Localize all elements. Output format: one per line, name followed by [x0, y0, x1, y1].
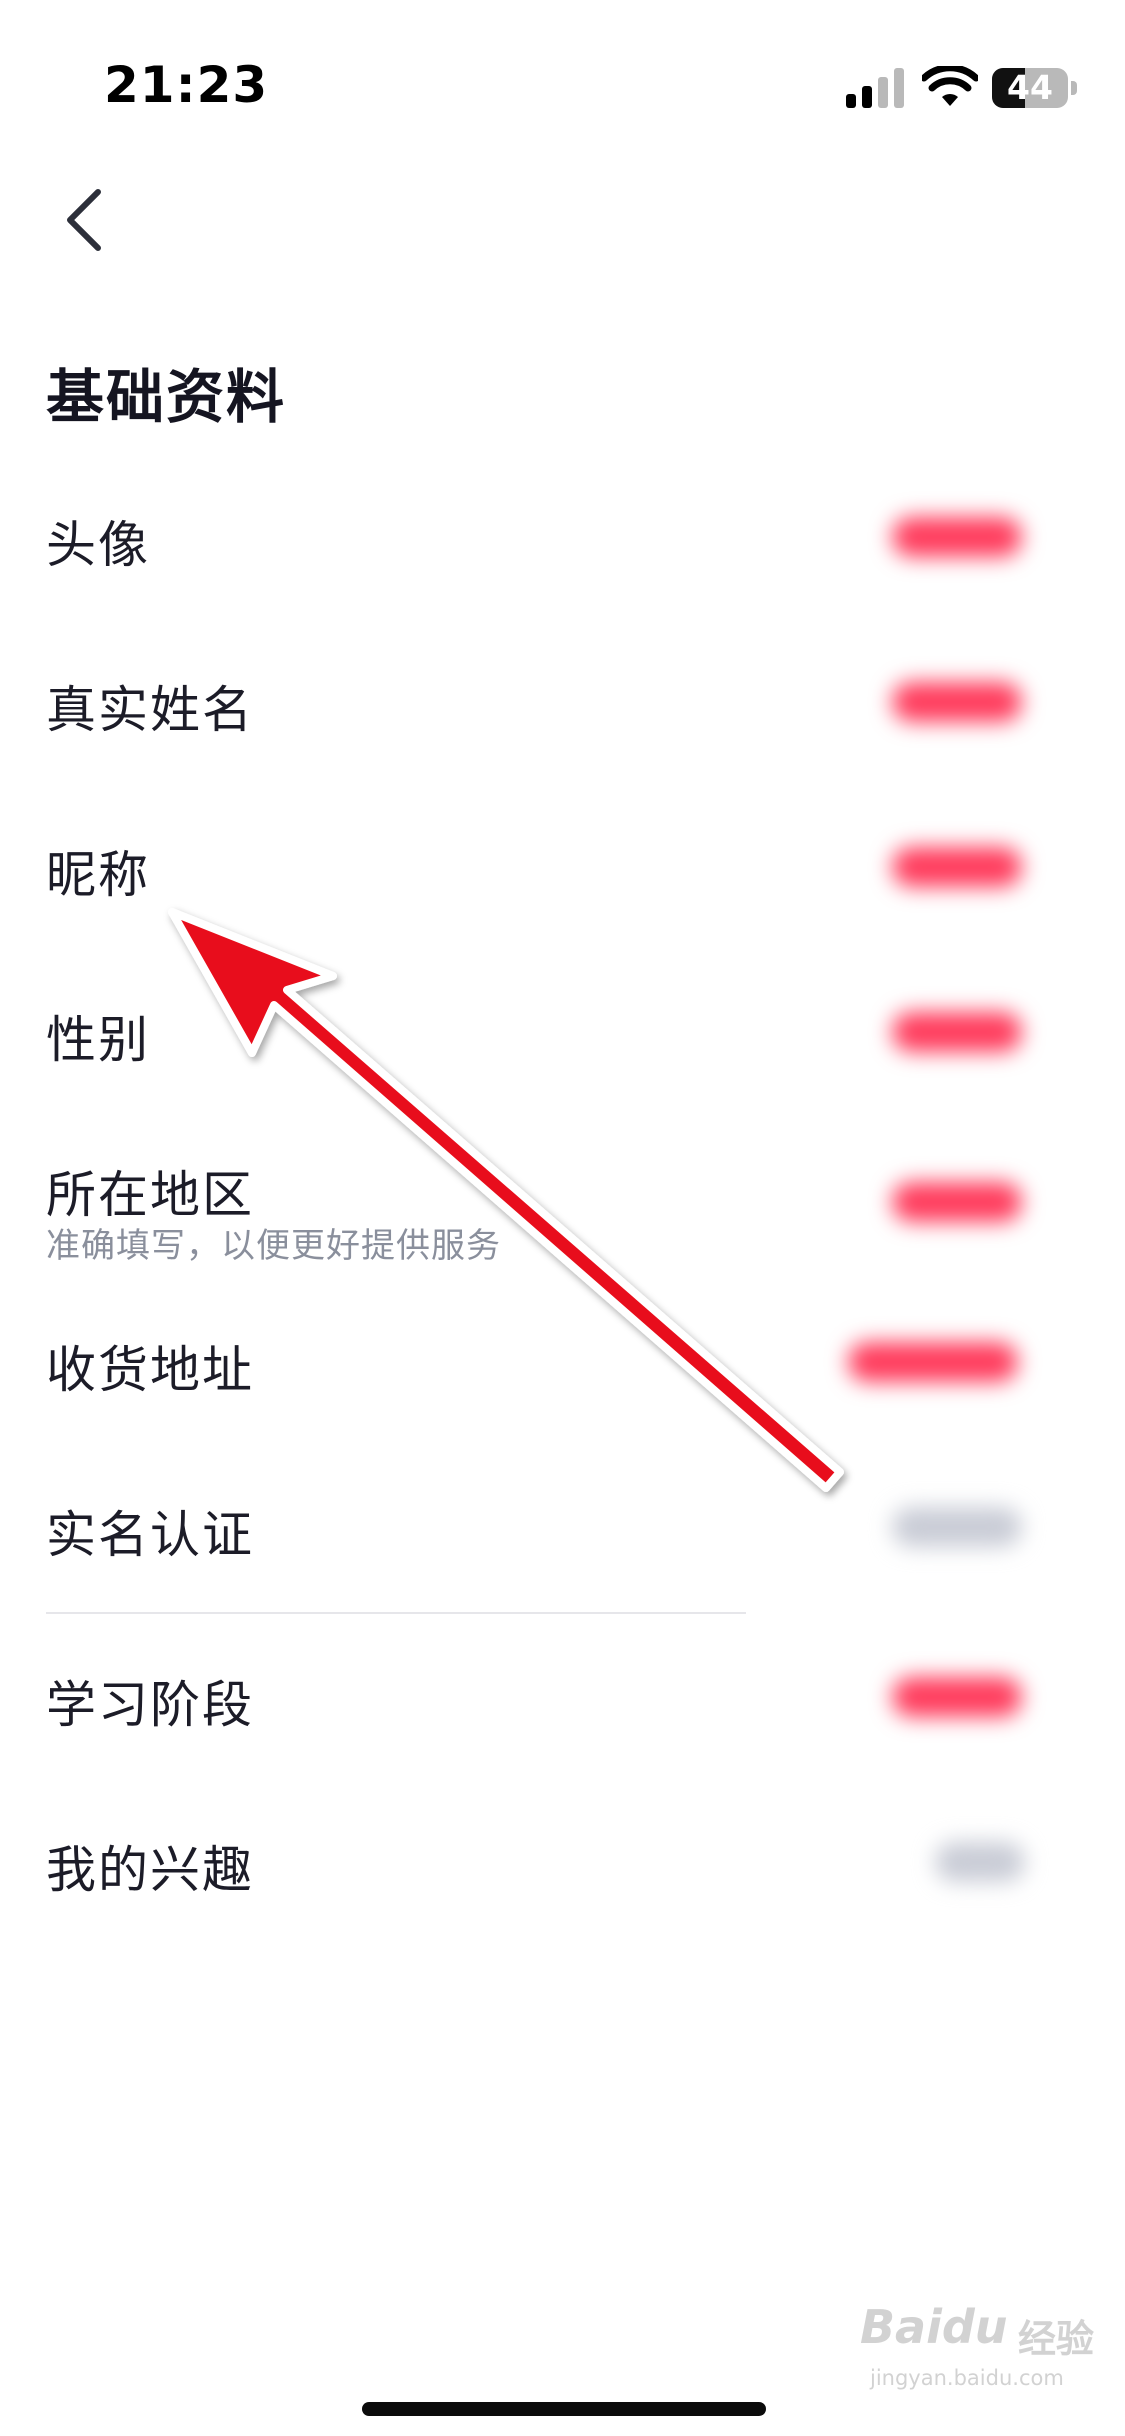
row-real-name-verification[interactable]: 实名认证	[0, 1470, 1125, 1580]
row-gender[interactable]: 性别	[0, 975, 1125, 1085]
row-label: 性别	[46, 1011, 150, 1069]
watermark-cn: 经验	[1018, 2317, 1095, 2361]
row-interests[interactable]: 我的兴趣	[0, 1805, 1125, 1915]
row-shipping-address[interactable]: 收货地址	[0, 1305, 1125, 1415]
status-time: 21:23	[104, 56, 269, 114]
status-bar: 21:23 44	[0, 0, 1125, 130]
watermark-logo: Baidu	[860, 2300, 1008, 2354]
back-button[interactable]	[50, 180, 120, 260]
section-divider	[46, 1612, 746, 1614]
battery-icon: 44	[992, 68, 1078, 110]
row-label: 所在地区	[46, 1166, 254, 1224]
row-region[interactable]: 所在地区 准确填写，以便更好提供服务	[0, 1140, 1125, 1270]
row-value-blurred	[892, 1182, 1022, 1222]
baidu-jingyan-watermark: Baidu 经验 jingyan.baidu.com	[860, 2300, 1110, 2400]
row-label: 实名认证	[46, 1506, 254, 1564]
row-value-blurred	[892, 1012, 1022, 1052]
home-indicator[interactable]	[362, 2402, 766, 2416]
cellular-signal-icon	[846, 68, 904, 108]
row-real-name[interactable]: 真实姓名	[0, 645, 1125, 755]
row-label: 真实姓名	[46, 681, 254, 739]
battery-level: 44	[1007, 68, 1053, 107]
row-value-blurred	[892, 847, 1022, 887]
page-title: 基础资料	[46, 363, 287, 431]
row-nickname[interactable]: 昵称	[0, 810, 1125, 920]
row-value-blurred	[892, 1507, 1022, 1547]
row-sublabel: 准确填写，以便更好提供服务	[46, 1226, 501, 1266]
row-value-blurred	[892, 517, 1022, 557]
row-label: 昵称	[46, 846, 150, 904]
row-value-blurred	[892, 682, 1022, 722]
row-value-blurred	[892, 1677, 1022, 1717]
row-label: 我的兴趣	[46, 1841, 254, 1899]
watermark-url: jingyan.baidu.com	[870, 2366, 1064, 2390]
row-label: 学习阶段	[46, 1676, 254, 1734]
row-study-stage[interactable]: 学习阶段	[0, 1640, 1125, 1750]
row-label: 收货地址	[46, 1341, 254, 1399]
row-value-blurred	[848, 1342, 1018, 1382]
row-label: 头像	[46, 516, 150, 574]
row-avatar[interactable]: 头像	[0, 480, 1125, 590]
row-value-blurred	[935, 1842, 1025, 1882]
wifi-icon	[922, 66, 978, 106]
chevron-left-icon	[67, 189, 101, 251]
